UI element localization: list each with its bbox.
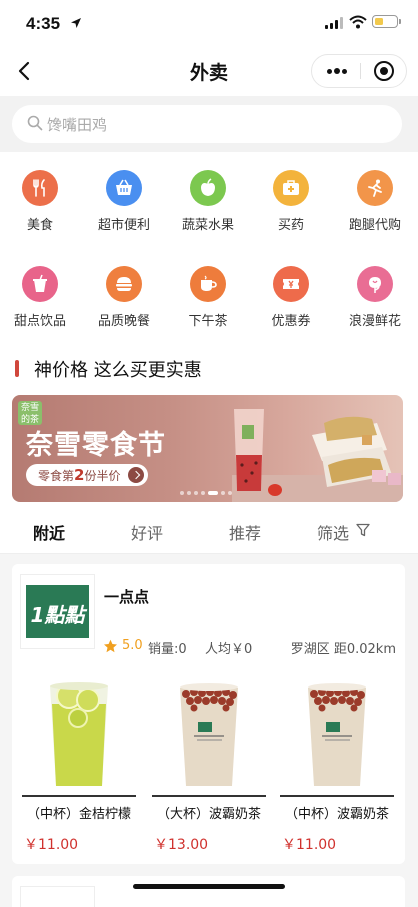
- location-arrow-icon: [71, 18, 81, 28]
- tab-filter[interactable]: 筛选: [317, 520, 349, 544]
- product-name: （大杯）波霸奶茶: [156, 807, 261, 822]
- medicine-box-icon: [273, 170, 309, 206]
- home-indicator[interactable]: [133, 884, 285, 889]
- milk-tea-image: [180, 683, 238, 786]
- category-afternoon-tea[interactable]: 下午茶: [166, 248, 250, 329]
- store-logo: 1點點: [20, 574, 95, 649]
- category-flowers[interactable]: 浪漫鲜花: [333, 248, 417, 329]
- store-name: 一点点: [104, 588, 150, 606]
- tab-recommend[interactable]: 推荐: [229, 520, 261, 544]
- banner-promo-pill: 零食第2份半价: [26, 464, 149, 486]
- category-errand[interactable]: 跑腿代购: [333, 152, 417, 233]
- banner-snacks-image: [232, 409, 403, 502]
- category-food[interactable]: 美食: [0, 152, 82, 233]
- category-supermarket[interactable]: 超市便利: [82, 152, 166, 233]
- category-coupon[interactable]: 优惠券: [249, 248, 333, 329]
- category-medicine[interactable]: 买药: [249, 152, 333, 233]
- apple-icon: [190, 170, 226, 206]
- status-bar: 4:35: [0, 0, 418, 46]
- search-placeholder: 馋嘴田鸡: [47, 116, 108, 134]
- store-card[interactable]: 1點點 一点点 5.0 销量:0 人均￥0 罗湖区 距0.02km （中杯）金桔…: [12, 564, 405, 864]
- tab-nearby[interactable]: 附近: [33, 520, 65, 544]
- category-grid: 美食 超市便利 蔬菜水果 买药 跑腿代购 甜点饮品 品质晚餐 下午茶 优惠券 浪…: [0, 152, 418, 342]
- milk-tea-image: [308, 683, 366, 786]
- category-dinner[interactable]: 品质晚餐: [82, 248, 166, 329]
- burger-icon: [106, 266, 142, 302]
- status-time: 4:35: [26, 14, 61, 33]
- battery-icon: [372, 15, 398, 28]
- tea-cup-icon: [190, 266, 226, 302]
- product-name: （中杯）金桔柠檬: [26, 807, 131, 822]
- product-price: ￥13.00: [154, 837, 209, 853]
- close-target-icon[interactable]: [361, 55, 407, 87]
- store-avg-price: 人均￥0: [205, 642, 253, 657]
- deals-section-header: 神价格 这么买更实惠: [0, 342, 418, 390]
- banner-brand-logo: 奈雪的茶: [18, 401, 42, 425]
- tab-rating[interactable]: 好评: [131, 520, 163, 544]
- sort-tabs: 附近 好评 推荐 筛选: [0, 506, 418, 554]
- banner-wrap: 奈雪的茶 奈雪零食节 零食第2份半价: [0, 390, 418, 506]
- rose-icon: [357, 266, 393, 302]
- store-rating: 5.0: [122, 638, 143, 653]
- category-fruit[interactable]: 蔬菜水果: [166, 152, 250, 233]
- runner-icon: [357, 170, 393, 206]
- store-card-next[interactable]: [12, 876, 405, 907]
- search-input[interactable]: 馋嘴田鸡: [12, 105, 402, 143]
- coupon-icon: [273, 266, 309, 302]
- product-price: ￥11.00: [24, 837, 79, 853]
- search-icon: [27, 115, 43, 131]
- drink-cup-icon: [22, 266, 58, 302]
- store-location: 罗湖区 距0.02km: [290, 642, 396, 657]
- product-item[interactable]: （中杯）金桔柠檬 ￥11.00: [22, 674, 136, 854]
- product-item[interactable]: （大杯）波霸奶茶 ￥13.00: [152, 674, 266, 854]
- food-icon: [22, 170, 58, 206]
- cell-signal-icon: [325, 17, 343, 29]
- star-icon: [104, 639, 117, 653]
- filter-funnel-icon[interactable]: [356, 523, 370, 537]
- basket-icon: [106, 170, 142, 206]
- promo-banner[interactable]: 奈雪的茶 奈雪零食节 零食第2份半价: [12, 395, 403, 502]
- chevron-right-icon: [128, 467, 145, 483]
- search-area: 馋嘴田鸡: [0, 96, 418, 152]
- store-sales: 销量:0: [148, 642, 187, 657]
- product-name: （中杯）波霸奶茶: [284, 807, 389, 822]
- store-logo: [20, 886, 95, 907]
- product-item[interactable]: （中杯）波霸奶茶 ￥11.00: [280, 674, 394, 854]
- section-title: 神价格 这么买更实惠: [34, 360, 202, 381]
- lemon-drink-image: [50, 682, 108, 786]
- product-price: ￥11.00: [282, 837, 337, 853]
- nav-bar: 外卖: [0, 46, 418, 96]
- banner-title: 奈雪零食节: [26, 430, 166, 461]
- wifi-icon: [349, 15, 367, 29]
- category-dessert[interactable]: 甜点饮品: [0, 248, 82, 329]
- mini-program-capsule: [311, 54, 407, 88]
- more-dots-icon[interactable]: [312, 55, 360, 87]
- section-accent-bar: [15, 360, 19, 377]
